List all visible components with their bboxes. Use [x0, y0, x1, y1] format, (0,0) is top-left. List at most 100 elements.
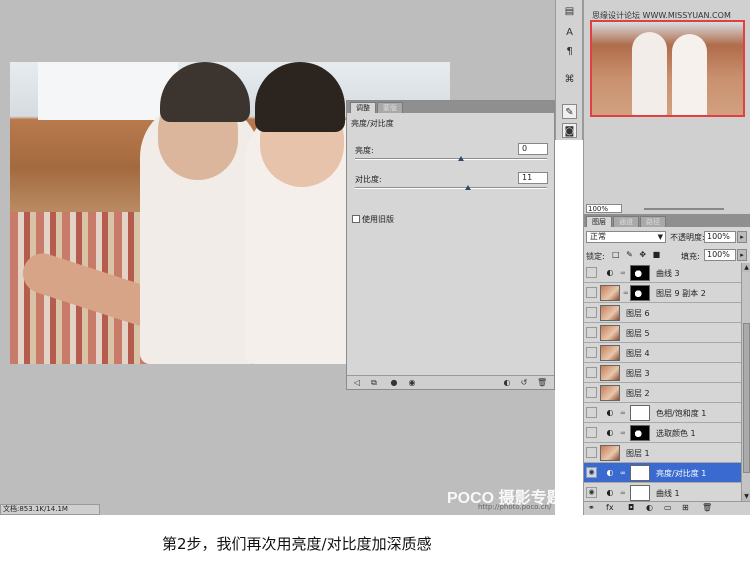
brightness-input[interactable]: 0 — [518, 143, 548, 155]
navigator-thumbnail[interactable] — [590, 20, 745, 117]
layer-row[interactable]: ◐ ∞ 色相/饱和度 1 — [584, 403, 741, 423]
layer-thumbnail[interactable] — [600, 285, 620, 301]
tab-paths[interactable]: 路径 — [640, 216, 666, 227]
chain-link-icon[interactable]: ∞ — [620, 468, 626, 478]
layer-row[interactable]: 图层 3 — [584, 363, 741, 383]
eye-icon[interactable]: ◉ — [586, 467, 597, 478]
tab-channels[interactable]: 通道 — [613, 216, 639, 227]
layer-mask-thumbnail[interactable] — [630, 425, 650, 441]
blend-mode-select[interactable]: 正常 ▼ — [586, 231, 666, 243]
chevron-down-icon: ▼ — [657, 233, 663, 241]
layer-row[interactable]: 图层 1 — [584, 443, 741, 463]
layer-thumbnail[interactable] — [600, 445, 620, 461]
clone-source-icon[interactable]: ⌘ — [562, 72, 577, 87]
eye-icon[interactable] — [586, 407, 597, 418]
layer-mask-thumbnail[interactable] — [630, 405, 650, 421]
eye-icon[interactable] — [586, 327, 597, 338]
layer-row[interactable]: 图层 5 — [584, 323, 741, 343]
layer-thumbnail[interactable] — [600, 385, 620, 401]
opacity-arrow-icon[interactable]: ▸ — [737, 231, 747, 243]
tab-layers[interactable]: 图层 — [586, 216, 612, 227]
history-icon[interactable]: ▤ — [562, 4, 577, 19]
eye-icon[interactable] — [586, 447, 597, 458]
layer-thumbnail[interactable] — [600, 345, 620, 361]
fill-input[interactable]: 100% — [704, 249, 736, 261]
layer-row[interactable]: ◉ ◐ ∞ 亮度/对比度 1 — [584, 463, 741, 483]
layer-name: 图层 4 — [626, 349, 650, 358]
layers-scrollbar[interactable]: ▲ ▼ — [741, 263, 750, 501]
visibility-eye-icon[interactable]: ◉ — [407, 378, 417, 387]
chain-link-icon[interactable]: ∞ — [620, 408, 626, 418]
layer-name: 图层 1 — [626, 449, 650, 458]
layer-name: 图层 6 — [626, 309, 650, 318]
previous-state-icon[interactable]: ◐ — [502, 378, 512, 387]
layer-thumbnail[interactable] — [600, 325, 620, 341]
paragraph-icon[interactable]: ¶ — [562, 44, 577, 59]
adjustments-tabs: 调整 蒙版 — [347, 101, 554, 113]
eye-icon[interactable] — [586, 427, 597, 438]
eye-icon[interactable] — [586, 307, 597, 318]
chain-link-icon[interactable]: ∞ — [620, 428, 626, 438]
blend-mode-value: 正常 — [590, 232, 606, 241]
layer-thumbnail[interactable] — [600, 365, 620, 381]
eye-icon[interactable] — [586, 287, 597, 298]
brightness-slider-thumb[interactable] — [457, 156, 464, 161]
navigator-zoom-slider[interactable] — [644, 208, 724, 210]
contrast-slider-track[interactable] — [355, 187, 547, 189]
layer-row[interactable]: 图层 4 — [584, 343, 741, 363]
character-icon[interactable]: A — [562, 25, 577, 40]
layer-row[interactable]: 图层 2 — [584, 383, 741, 403]
layer-name: 图层 2 — [626, 389, 650, 398]
new-adjustment-icon[interactable]: ◐ — [646, 503, 653, 512]
link-layers-icon[interactable]: ⚭ — [588, 503, 595, 512]
brush-preset-icon[interactable]: ✎ — [562, 104, 577, 119]
tab-masks[interactable]: 蒙版 — [377, 102, 403, 113]
navigator-panel: 思缘设计论坛 WWW.MISSYUAN.COM 100% — [583, 0, 750, 214]
layer-row[interactable]: ◐ ∞ 选取颜色 1 — [584, 423, 741, 443]
scroll-down-icon[interactable]: ▼ — [742, 492, 750, 501]
trash-icon[interactable]: 🗑 — [537, 378, 547, 387]
scroll-thumb[interactable] — [743, 323, 750, 473]
eye-icon[interactable] — [586, 367, 597, 378]
expand-view-icon[interactable]: ⧉ — [369, 378, 379, 387]
eye-icon[interactable] — [586, 387, 597, 398]
add-mask-icon[interactable]: ◘ — [628, 503, 634, 512]
delete-layer-icon[interactable]: 🗑 — [702, 503, 712, 512]
eye-icon[interactable]: ◉ — [586, 487, 597, 498]
tool-preset-icon[interactable]: ◙ — [562, 123, 577, 138]
fill-arrow-icon[interactable]: ▸ — [737, 249, 747, 261]
contrast-input[interactable]: 11 — [518, 172, 548, 184]
new-group-icon[interactable]: ▭ — [664, 503, 672, 512]
back-arrow-icon[interactable]: ◁ — [352, 378, 362, 387]
layer-mask-thumbnail[interactable] — [630, 485, 650, 501]
opacity-input[interactable]: 100% — [704, 231, 736, 243]
eye-icon[interactable] — [586, 267, 597, 278]
layer-thumbnail[interactable] — [600, 305, 620, 321]
layer-name: 色相/饱和度 1 — [656, 409, 707, 418]
layer-row[interactable]: ◉ ◐ ∞ 曲线 1 — [584, 483, 741, 503]
chain-link-icon[interactable]: ∞ — [620, 488, 626, 498]
lock-options[interactable]: □ ✎ ✥ ■ — [612, 250, 662, 259]
scroll-up-icon[interactable]: ▲ — [742, 263, 750, 272]
use-legacy-checkbox[interactable] — [352, 215, 360, 223]
navigator-zoom-field[interactable]: 100% — [586, 204, 622, 213]
eye-icon[interactable] — [586, 347, 597, 358]
clip-to-layer-icon[interactable]: ● — [389, 378, 399, 387]
chain-link-icon[interactable]: ∞ — [620, 268, 626, 278]
tab-adjustments[interactable]: 调整 — [350, 102, 376, 113]
brightness-label: 亮度: — [355, 146, 374, 155]
contrast-slider-thumb[interactable] — [465, 185, 472, 190]
use-legacy-label: 使用旧版 — [362, 215, 394, 224]
reset-icon[interactable]: ↺ — [519, 378, 529, 387]
layer-mask-thumbnail[interactable] — [630, 465, 650, 481]
layer-mask-thumbnail[interactable] — [630, 265, 650, 281]
layer-style-icon[interactable]: fx — [606, 503, 614, 512]
layers-footer: ⚭ fx ◘ ◐ ▭ ⊞ 🗑 — [584, 501, 750, 515]
layer-row[interactable]: ◐ ∞ 曲线 3 — [584, 263, 741, 283]
layer-mask-thumbnail[interactable] — [630, 285, 650, 301]
chain-link-icon[interactable]: ∞ — [623, 288, 629, 298]
brightness-slider-track[interactable] — [355, 158, 547, 160]
new-layer-icon[interactable]: ⊞ — [682, 503, 689, 512]
layer-row[interactable]: 图层 6 — [584, 303, 741, 323]
layer-row[interactable]: ∞ 图层 9 副本 2 — [584, 283, 741, 303]
